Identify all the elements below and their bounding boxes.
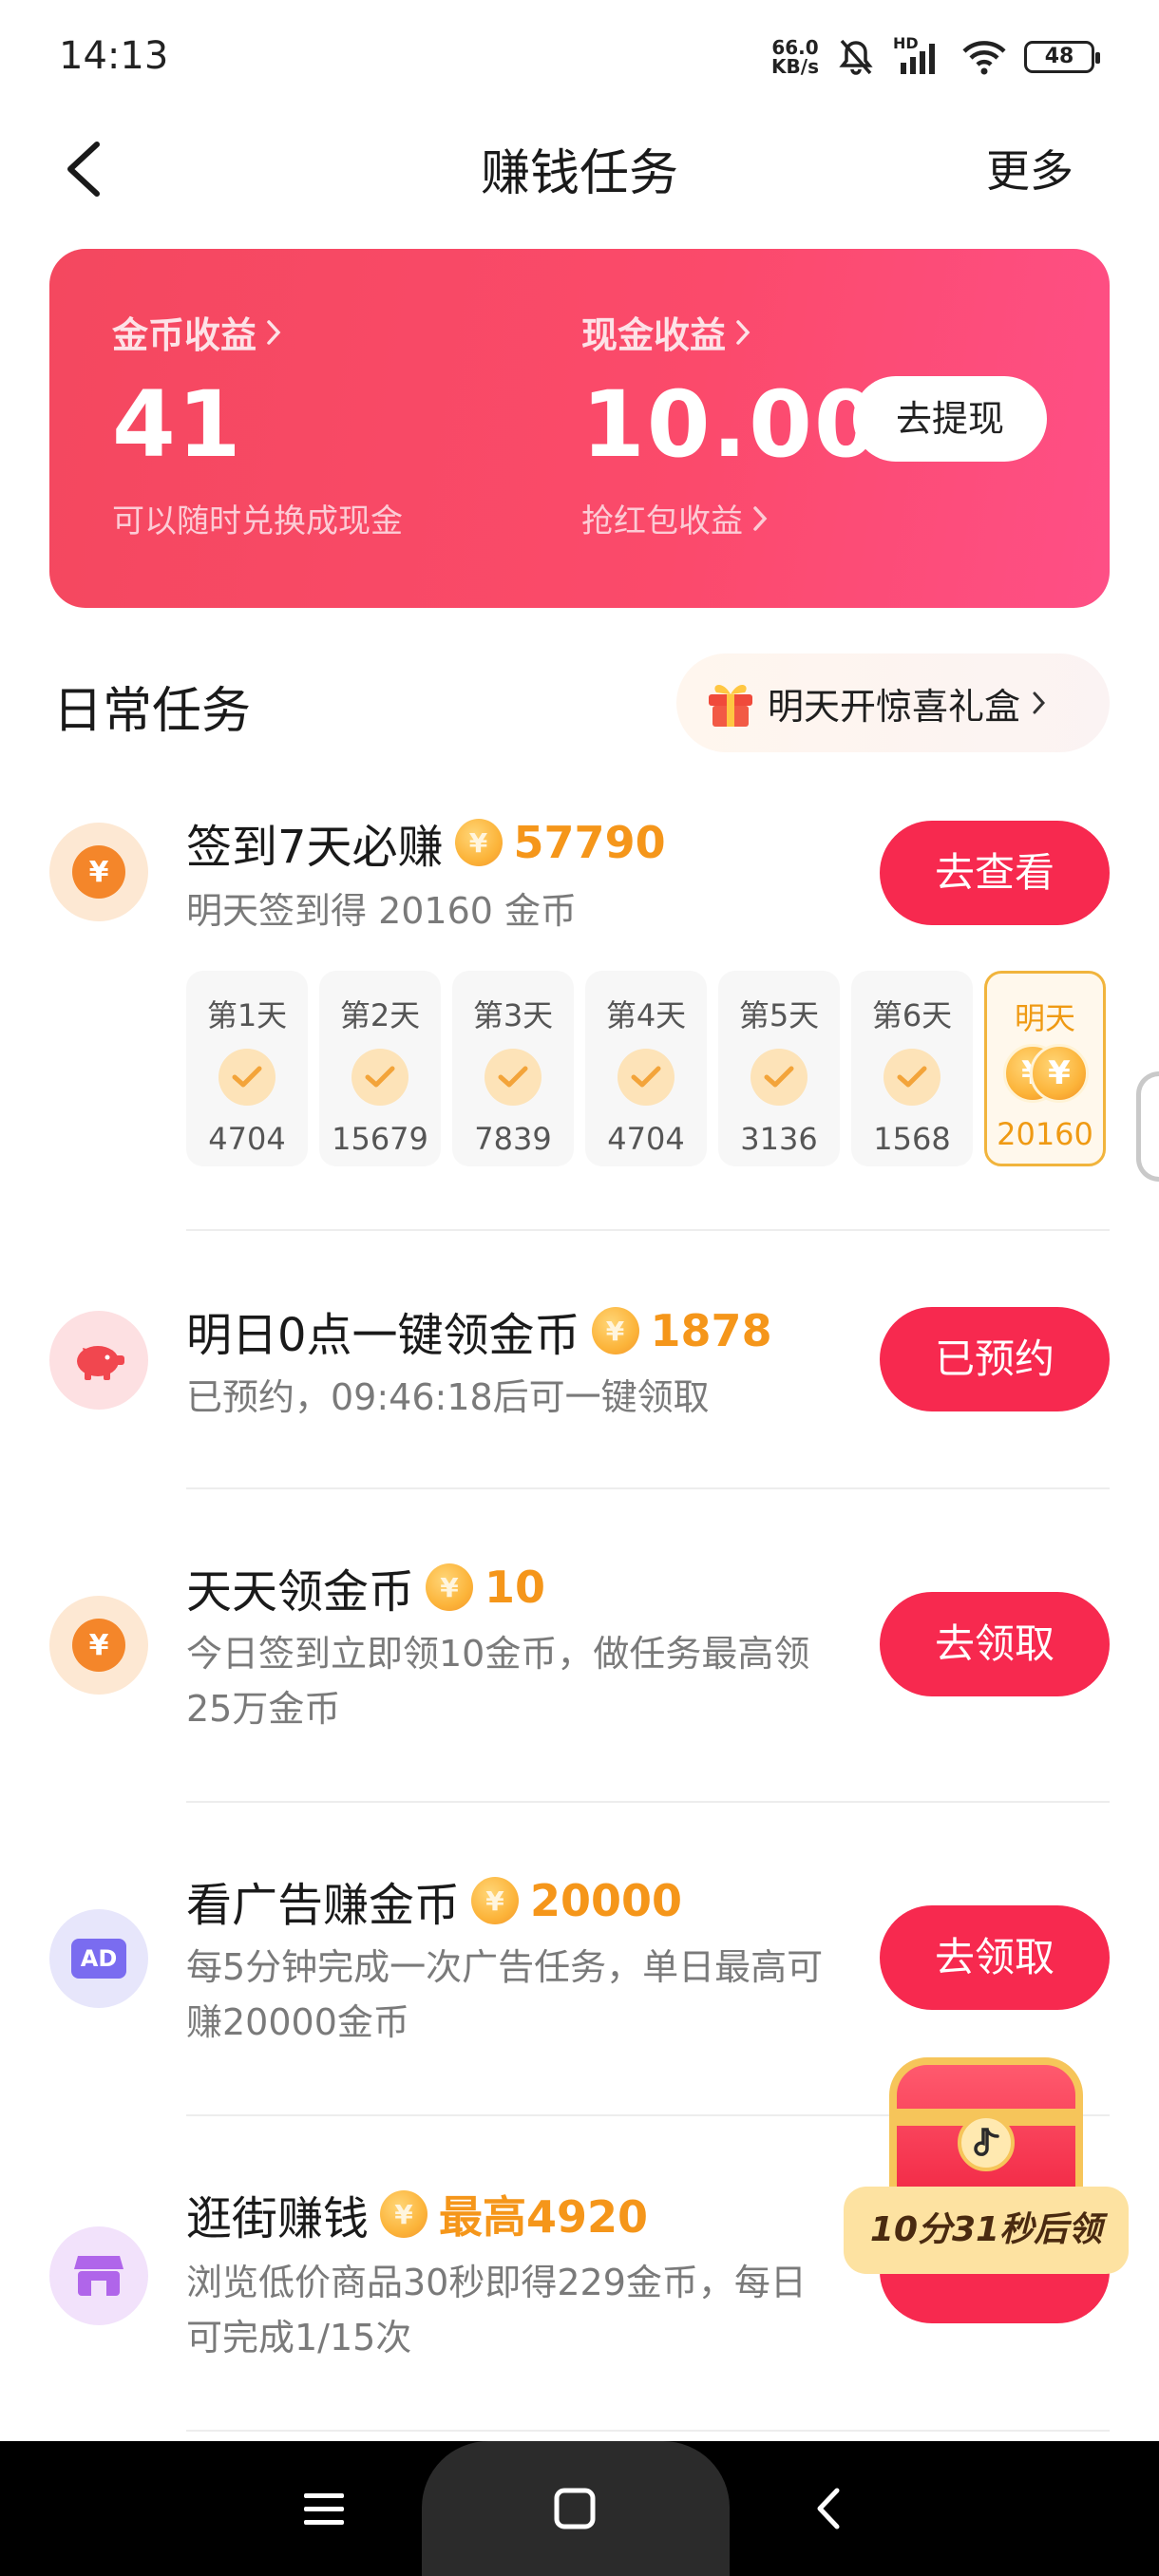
- signin-days: 第1天 4704 第2天 15679 第3天 7839 第4天 4704 第5天…: [186, 971, 1106, 1166]
- system-back-button[interactable]: [796, 2475, 863, 2542]
- coin-earnings-value: 41: [112, 371, 243, 478]
- side-drawer-handle[interactable]: [1136, 1071, 1159, 1182]
- check-icon: [618, 1049, 674, 1106]
- menu-button[interactable]: [291, 2475, 357, 2542]
- task-description: 明天签到得 20160 金币: [186, 890, 578, 932]
- check-icon: [884, 1049, 940, 1106]
- task-description: 浏览低价商品30秒即得229金币，每日可完成1/15次: [186, 2262, 807, 2358]
- withdraw-button[interactable]: 去提现: [853, 376, 1047, 462]
- task-title: 看广告赚金币 ¥ 20000: [186, 1875, 683, 1932]
- back-button[interactable]: [55, 135, 122, 203]
- divider: [186, 2430, 1110, 2432]
- wifi-icon: [962, 41, 1006, 75]
- coin-icon: ¥: [49, 1596, 148, 1695]
- task-reward: 最高4920: [439, 2191, 649, 2243]
- signin-day: 第1天 4704: [186, 971, 308, 1166]
- claim-button[interactable]: 去领取: [880, 1905, 1110, 2010]
- cash-earnings-value: 10.00: [581, 371, 880, 478]
- music-note-icon: [958, 2114, 1015, 2171]
- coin-icon: ¥: [454, 819, 503, 866]
- task-description: 每5分钟完成一次广告任务，单日最高可赚20000金币: [186, 1946, 824, 2043]
- cellular-signal-icon: HD: [893, 34, 944, 76]
- home-button[interactable]: [542, 2475, 608, 2542]
- status-icons: 66.0 KB/s HD 48: [771, 32, 1100, 82]
- signin-day: 第6天 1568: [851, 971, 973, 1166]
- earnings-card: 金币收益 41 可以随时兑换成现金 现金收益 10.00 抢红包收益 去提现: [49, 249, 1110, 608]
- task-title: 天天领金币 ¥ 10: [186, 1562, 546, 1619]
- coin-icon: ¥: [49, 823, 148, 921]
- signin-day: 第3天 7839: [452, 971, 574, 1166]
- check-icon: [352, 1049, 408, 1106]
- treasure-chest-widget[interactable]: 10分31秒后领: [844, 2042, 1129, 2280]
- cash-earnings[interactable]: 现金收益 10.00 抢红包收益: [581, 306, 880, 541]
- system-nav-bar: [0, 2441, 1159, 2576]
- page-header: 赚钱任务 更多: [0, 112, 1159, 226]
- mute-bell-icon: [839, 39, 873, 75]
- ad-icon: AD: [49, 1909, 148, 2008]
- coin-icon: ¥: [426, 1563, 474, 1611]
- status-bar: 14:13 66.0 KB/s HD 48: [0, 0, 1159, 112]
- signin-day-tomorrow[interactable]: 明天 ¥ ¥ 20160: [984, 971, 1106, 1166]
- gift-label: 明天开惊喜礼盒: [768, 685, 1021, 728]
- view-signin-button[interactable]: 去查看: [880, 821, 1110, 925]
- check-icon: [484, 1049, 542, 1106]
- divider: [186, 1229, 1110, 1231]
- reserved-button[interactable]: 已预约: [880, 1307, 1110, 1411]
- chevron-right-icon: [1033, 691, 1046, 714]
- chevron-right-icon: [736, 319, 750, 345]
- chevron-right-icon: [753, 505, 768, 531]
- daily-tasks-title: 日常任务: [53, 683, 252, 740]
- network-speed: 66.0 KB/s: [771, 36, 819, 78]
- signin-day: 第4天 4704: [585, 971, 707, 1166]
- chevron-left-icon: [817, 2488, 840, 2529]
- page-title: 赚钱任务: [480, 145, 678, 202]
- more-button[interactable]: 更多: [986, 137, 1074, 199]
- coin-icon: ¥: [380, 2190, 428, 2238]
- coin-icon: ¥: [591, 1307, 639, 1354]
- task-title: 明日0点一键领金币 ¥ 1878: [186, 1305, 772, 1362]
- coin-earnings-label[interactable]: 金币收益: [112, 306, 403, 358]
- home-square-icon: [554, 2488, 596, 2529]
- divider: [186, 1487, 1110, 1489]
- piggy-bank-icon: [49, 1311, 148, 1410]
- coins-icon: ¥ ¥: [999, 1044, 1091, 1107]
- task-reward: 20000: [530, 1875, 683, 1926]
- chevron-right-icon: [267, 319, 281, 345]
- coin-icon: ¥: [471, 1877, 520, 1924]
- status-time: 14:13: [59, 34, 169, 78]
- task-title: 逛街赚钱 ¥ 最高4920: [186, 2181, 648, 2247]
- task-reward: 1878: [650, 1305, 772, 1356]
- coin-earnings[interactable]: 金币收益 41 可以随时兑换成现金: [112, 306, 403, 541]
- divider: [186, 1801, 1110, 1803]
- coin-earnings-subtext: 可以随时兑换成现金: [112, 502, 403, 540]
- signin-day: 第2天 15679: [319, 971, 441, 1166]
- task-reward: 10: [484, 1562, 546, 1613]
- check-icon: [750, 1049, 808, 1106]
- surprise-gift-box-button[interactable]: 明天开惊喜礼盒: [676, 653, 1110, 752]
- chevron-left-icon: [67, 142, 100, 197]
- cash-earnings-label[interactable]: 现金收益: [581, 306, 880, 358]
- task-reward: 57790: [513, 817, 666, 868]
- treasure-timer: 10分31秒后领: [844, 2187, 1129, 2274]
- task-description: 今日签到立即领10金币，做任务最高领25万金币: [186, 1633, 810, 1730]
- gift-icon: [709, 684, 752, 727]
- check-icon: [218, 1049, 276, 1106]
- task-title: 签到7天必赚 ¥ 57790: [186, 817, 666, 874]
- signin-day: 第5天 3136: [718, 971, 840, 1166]
- claim-button[interactable]: 去领取: [880, 1592, 1110, 1696]
- red-packet-earnings-link[interactable]: 抢红包收益: [581, 495, 880, 541]
- battery-indicator: 48: [1024, 41, 1100, 73]
- menu-icon: [304, 2493, 344, 2525]
- shop-icon: [49, 2226, 148, 2325]
- task-description: 已预约，09:46:18后可一键领取: [186, 1376, 710, 1418]
